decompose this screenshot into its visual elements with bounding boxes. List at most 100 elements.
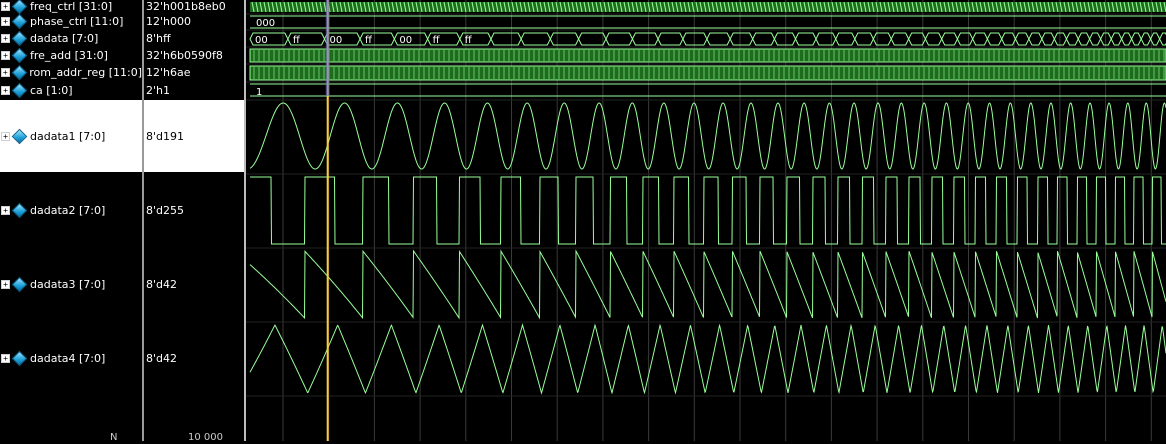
signal-name: dadata3 [7:0] [30,277,106,291]
dadata3-sawtooth-wave [249,249,1166,320]
dadata-bus-label: ff [293,35,301,46]
signal-name: dadata1 [7:0] [30,129,106,143]
plus-box-icon[interactable]: + [1,2,10,11]
signal-row-4[interactable]: + rom_addr_reg [11:0] [0,64,142,81]
plus-box-icon[interactable]: + [1,279,10,289]
plus-box-icon[interactable]: + [1,86,10,95]
dadata-bus-cell [1110,32,1123,46]
signal-row-6[interactable]: + dadata1 [7:0] [0,100,142,172]
dadata-bus-cell [729,32,754,46]
signal-value-cell-5: 2'h1 [144,82,244,99]
plus-box-icon[interactable]: + [1,205,10,215]
dadata-bus-cell [890,32,910,46]
dadata-bus-cell [1077,32,1091,46]
dadata-bus-cell [794,32,817,46]
signal-value: 2'h1 [146,84,170,97]
signal-value: 8'd42 [146,351,178,365]
signal-value-cell-1: 12'h000 [144,14,244,29]
dadata-bus-cell [1089,32,1102,46]
signal-value: 12'h6ae [146,66,191,79]
phase-ctrl-label: 000 [256,18,275,29]
dadata-bus-cell [549,32,580,46]
signal-row-9[interactable]: + dadata4 [7:0] [0,322,142,394]
diamond-signal-icon [11,13,28,30]
signal-value: 8'd255 [146,203,185,217]
dadata-bus-cell [815,32,837,46]
dadata-bus-cell [773,32,797,46]
plus-box-icon[interactable]: + [1,131,10,141]
signal-value-cell-7: 8'd255 [144,174,244,246]
signal-value: 32'h6b0590f8 [146,48,223,62]
dadata-bus-cell [1140,32,1152,46]
dadata2-square-wave [250,176,1166,245]
signal-row-0[interactable]: + freq_ctrl [31:0] [0,0,142,15]
dadata-bus-label: ff [465,35,473,46]
signal-row-7[interactable]: + dadata2 [7:0] [0,174,142,246]
ca-label: 1 [256,87,262,98]
dadata-bus-cell [941,32,958,46]
signal-names-pane: + freq_ctrl [31:0] + phase_ctrl [11:0] + dada… [0,0,142,441]
signal-name: dadata2 [7:0] [30,203,106,217]
signal-name: dadata [7:0] [30,31,99,45]
signal-value: 8'd42 [146,277,178,291]
dadata-bus-cell [872,32,892,46]
signal-name: fre_add [31:0] [30,48,108,62]
plus-box-icon[interactable]: + [1,17,10,26]
signal-row-8[interactable]: + dadata3 [7:0] [0,248,142,320]
plus-box-icon[interactable]: + [1,68,10,77]
signal-row-2[interactable]: + dadata [7:0] [0,30,142,46]
diamond-signal-icon [11,47,28,63]
dadata-bus-cell [1065,32,1079,46]
dadata-bus-label: ff [365,35,373,46]
signal-value: 32'h001b8eb0 [146,0,226,13]
signal-name: ca [1:0] [30,84,73,97]
plus-box-icon[interactable]: + [1,33,10,43]
dadata-bus-cell [956,32,974,46]
dadata-bus-cell [1150,32,1161,46]
signal-name: dadata4 [7:0] [30,351,106,365]
diamond-signal-icon [11,202,28,218]
bottom-value-fragment: 10 000 [188,432,223,441]
signal-value: 8'hff [146,31,171,45]
diamond-signal-icon [11,350,28,366]
dadata-bus-cell [1041,32,1055,46]
dadata-bus-cell [605,32,633,46]
dadata-bus-cell [657,32,684,46]
signal-values-pane: 32'h001b8eb0 12'h000 8'hff 32'h6b0590f8 12'h… [144,0,244,441]
plus-box-icon[interactable]: + [1,353,10,363]
rom-addr-bus [249,65,1166,81]
dadata-bus-cell [1130,32,1142,46]
fre-add-bus [249,48,1166,63]
dadata-bus-cell [835,32,856,46]
dadata4-triangle-wave [249,323,1166,395]
dadata-bus-label: 00 [255,35,268,46]
dadata-bus-cell [1121,32,1133,46]
diamond-signal-icon [11,0,28,15]
signal-value-cell-9: 8'd42 [144,322,244,394]
signal-row-3[interactable]: + fre_add [31:0] [0,47,142,63]
dadata-bus-cell [578,32,607,46]
dadata-bus-label: ff [433,35,441,46]
cursor-marker [325,0,330,96]
signal-name: rom_addr_reg [11:0] [29,66,142,79]
waveform-canvas[interactable]: 00000 ff 00 ff 00 ff ff1 [246,0,1166,441]
dadata-bus-cell [924,32,943,46]
dadata-bus-cell [1028,32,1043,46]
signal-value-cell-0: 32'h001b8eb0 [144,0,244,13]
diamond-signal-icon [11,276,28,292]
signal-row-5[interactable]: + ca [1:0] [0,82,142,99]
waveform-pane[interactable]: 000 00 ff 00 ff 00 ff ff 1 [246,0,1166,441]
dadata-bus-cell [631,32,659,46]
dadata-bus-cell [986,32,1003,46]
diamond-signal-icon [11,64,27,81]
dadata-bus-cell [520,32,551,46]
dadata-bus-cell [706,32,731,46]
dadata-bus-label: 00 [399,35,412,46]
signal-row-1[interactable]: + phase_ctrl [11:0] [0,13,142,30]
plus-box-icon[interactable]: + [1,50,10,60]
dadata-bus-cell [972,32,988,46]
dadata-bus-cell [1001,32,1017,46]
dadata1-sine-wave [249,102,1166,170]
signal-value-cell-4: 12'h6ae [144,64,244,81]
signal-value: 8'd191 [146,129,185,143]
